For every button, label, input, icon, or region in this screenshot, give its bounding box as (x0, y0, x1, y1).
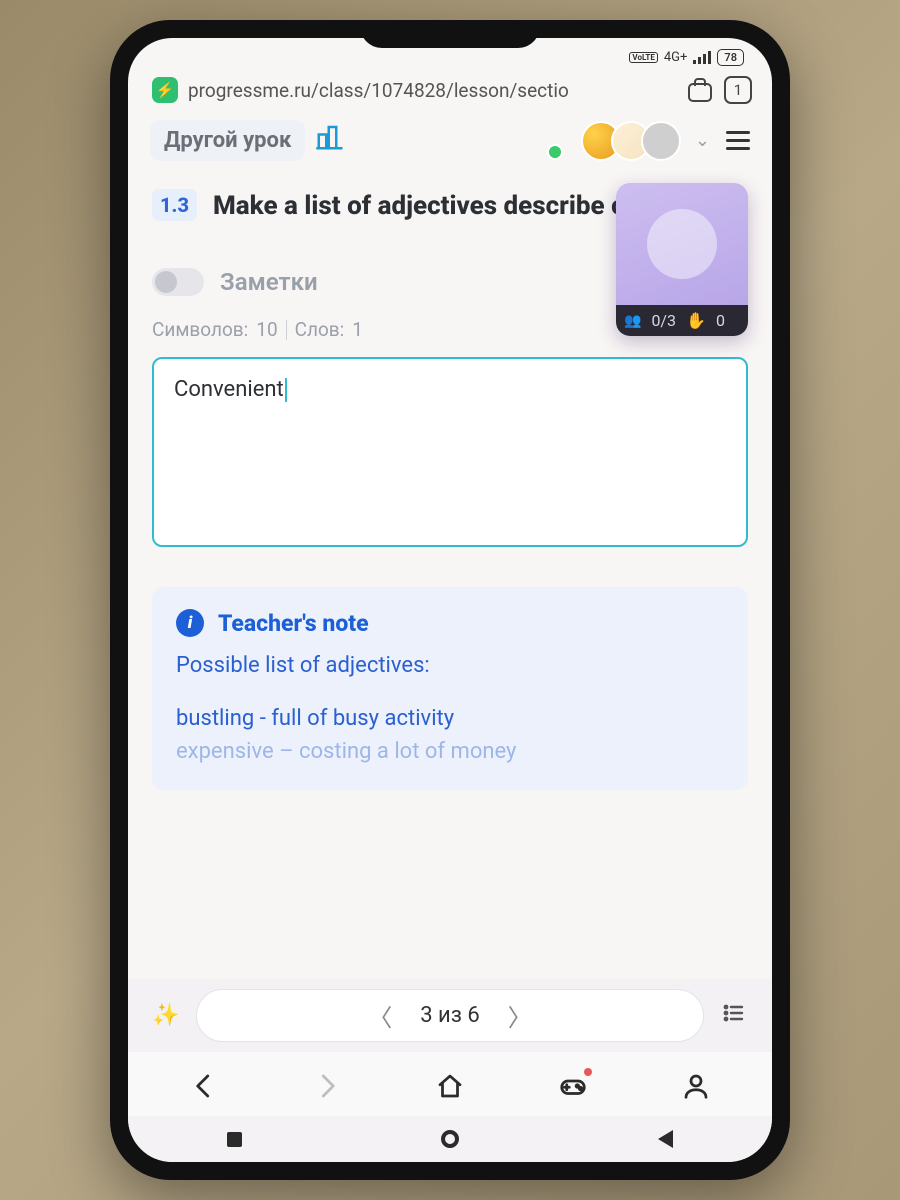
avatar[interactable] (641, 121, 681, 161)
hand-icon: ✋ (686, 311, 706, 330)
screen: VoLTE 4G+ 78 ⚡ progressme.ru/class/10748… (128, 38, 772, 1162)
site-security-icon[interactable]: ⚡ (152, 77, 178, 103)
android-home-button[interactable] (441, 1130, 459, 1148)
tab-count-button[interactable]: 1 (724, 76, 752, 104)
note-line: expensive – costing a lot of money (176, 735, 724, 768)
notification-dot-icon (584, 1068, 592, 1076)
browser-back-button[interactable] (181, 1066, 227, 1106)
pager-text: 3 из 6 (420, 1003, 480, 1028)
android-back-button[interactable] (658, 1130, 673, 1148)
signal-icon (693, 51, 711, 64)
teacher-note-panel: i Teacher's note Possible list of adject… (152, 587, 748, 790)
android-recents-button[interactable] (227, 1132, 242, 1147)
video-status-bar: 👥 0/3 ✋ 0 (616, 305, 748, 336)
phone-frame: VoLTE 4G+ 78 ⚡ progressme.ru/class/10748… (110, 20, 790, 1180)
buildings-icon[interactable] (315, 122, 345, 159)
volte-icon: VoLTE (629, 52, 657, 63)
text-cursor (285, 378, 287, 402)
words-value: 1 (352, 318, 363, 341)
participants-avatars[interactable] (591, 121, 681, 161)
answer-text: Convenient (174, 377, 284, 402)
video-widget[interactable]: 👥 0/3 ✋ 0 (616, 183, 748, 336)
notes-label: Заметки (220, 268, 318, 296)
teacher-note-title: Teacher's note (218, 610, 369, 637)
chars-value: 10 (256, 318, 277, 341)
browser-home-button[interactable] (427, 1066, 473, 1106)
participant-count: 0/3 (651, 311, 676, 330)
answer-textarea[interactable]: Convenient (152, 357, 748, 547)
lesson-content: 👥 0/3 ✋ 0 1.3 Make a list of adjectives … (128, 171, 772, 979)
browser-forward-button[interactable] (304, 1066, 350, 1106)
network-label: 4G+ (664, 50, 688, 65)
teacher-note-body: bustling - full of busy activity expensi… (176, 702, 724, 768)
browser-games-button[interactable] (550, 1066, 596, 1106)
avatar-placeholder-icon (647, 209, 717, 279)
phone-notch (360, 20, 540, 48)
next-section-button[interactable]: 〉 (500, 998, 540, 1033)
online-badge-icon (547, 144, 563, 160)
task-number-badge: 1.3 (152, 189, 197, 221)
browser-profile-button[interactable] (673, 1066, 719, 1106)
browser-address-bar[interactable]: ⚡ progressme.ru/class/1074828/lesson/sec… (128, 72, 772, 110)
url-text[interactable]: progressme.ru/class/1074828/lesson/secti… (188, 79, 676, 102)
video-preview[interactable] (616, 183, 748, 305)
notes-toggle[interactable] (152, 268, 204, 296)
section-pager: 〈 3 из 6 〉 (196, 989, 704, 1042)
words-label: Слов: (295, 318, 345, 341)
briefcase-icon[interactable] (686, 78, 714, 102)
chars-label: Символов: (152, 318, 248, 341)
separator (286, 320, 287, 340)
other-lesson-button[interactable]: Другой урок (150, 120, 305, 161)
browser-bottom-bar (128, 1052, 772, 1116)
prev-section-button[interactable]: 〈 (360, 998, 400, 1033)
pager-bar: ✨ 〈 3 из 6 〉 (128, 979, 772, 1052)
note-line: bustling - full of busy activity (176, 702, 724, 735)
hamburger-menu-button[interactable] (724, 125, 752, 156)
list-icon[interactable] (714, 1001, 754, 1031)
info-icon: i (176, 609, 204, 637)
magic-wand-icon[interactable]: ✨ (146, 1003, 186, 1028)
android-nav-bar (128, 1116, 772, 1162)
raised-hand-count: 0 (716, 311, 725, 330)
teacher-note-subtitle: Possible list of adjectives: (176, 653, 724, 678)
app-header: Другой урок ⌄ (128, 110, 772, 171)
chevron-down-icon[interactable]: ⌄ (691, 130, 714, 151)
battery-indicator: 78 (717, 49, 744, 66)
people-icon: 👥 (624, 313, 641, 329)
